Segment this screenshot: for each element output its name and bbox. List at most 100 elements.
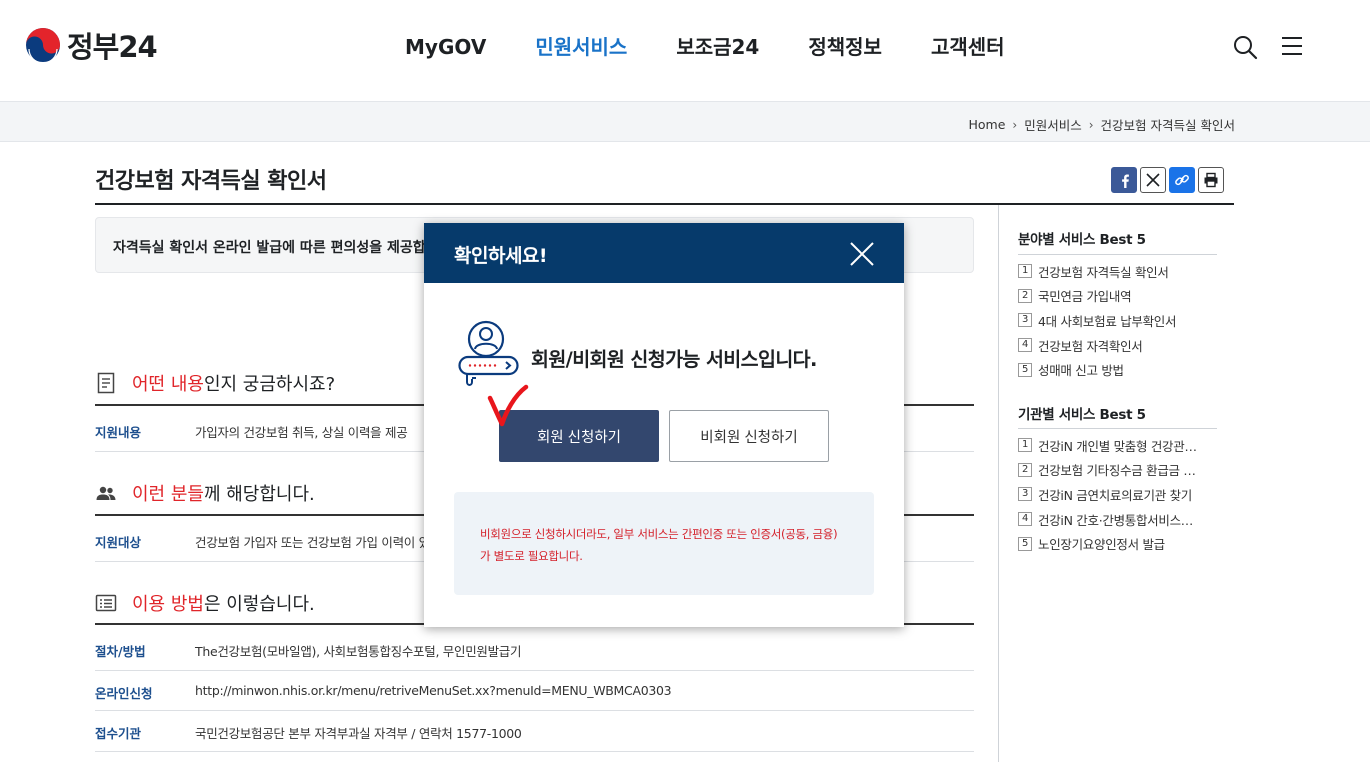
section-heading-text: 인지 궁금하시죠? bbox=[203, 374, 336, 395]
row-label: 지원내용 bbox=[95, 425, 142, 440]
list-item[interactable]: 1 건강iN 개인별 맞춤형 건강관… bbox=[1018, 433, 1197, 458]
rank-badge: 5 bbox=[1018, 362, 1032, 377]
section-heading-method: 이용 방법 은 이렇습니다. bbox=[95, 590, 315, 616]
table-row: 온라인신청 http://minwon.nhis.or.kr/menu/retr… bbox=[95, 671, 974, 711]
sidebar-rule bbox=[1018, 428, 1217, 429]
page-title: 건강보험 자격득실 확인서 bbox=[95, 169, 327, 194]
list-item[interactable]: 4 건강iN 간호·간병통합서비스… bbox=[1018, 507, 1197, 532]
section-heading-content: 어떤 내용 인지 궁금하시죠? bbox=[95, 370, 335, 396]
list-item[interactable]: 3 4대 사회보험료 납부확인서 bbox=[1018, 308, 1177, 333]
rank-badge: 2 bbox=[1018, 288, 1032, 303]
nav-subsidy24[interactable]: 보조금24 bbox=[676, 33, 759, 61]
rank-badge: 3 bbox=[1018, 487, 1032, 502]
section-heading-highlight: 이용 방법 bbox=[132, 594, 204, 615]
rank-badge: 3 bbox=[1018, 313, 1032, 328]
section-heading-highlight: 이런 분들 bbox=[132, 484, 204, 505]
chevron-right-icon: › bbox=[1088, 117, 1094, 132]
title-divider bbox=[95, 203, 1234, 205]
section-heading-text: 은 이렇습니다. bbox=[203, 594, 315, 615]
sidebar-agency-title: 기관별 서비스 Best 5 bbox=[1018, 407, 1146, 423]
x-share-button[interactable] bbox=[1140, 167, 1166, 193]
sidebar-rule bbox=[1018, 254, 1217, 255]
nav-mygov[interactable]: MyGOV bbox=[405, 33, 486, 61]
nav-customer-center[interactable]: 고객센터 bbox=[931, 33, 1005, 61]
copy-link-button[interactable] bbox=[1169, 167, 1195, 193]
chevron-right-icon: › bbox=[1012, 117, 1018, 132]
breadcrumb-home[interactable]: Home bbox=[968, 117, 1005, 132]
print-button[interactable] bbox=[1198, 167, 1224, 193]
list-item[interactable]: 5 노인장기요양인정서 발급 bbox=[1018, 531, 1197, 556]
list-item-label: 건강보험 기타징수금 환급금 … bbox=[1038, 463, 1196, 479]
sidebar-field-title: 분야별 서비스 Best 5 bbox=[1018, 232, 1146, 248]
nav-policy-info[interactable]: 정책정보 bbox=[808, 33, 882, 61]
share-toolbar bbox=[1111, 167, 1227, 193]
breadcrumb-current: 건강보험 자격득실 확인서 bbox=[1100, 118, 1235, 133]
rank-badge: 5 bbox=[1018, 536, 1032, 551]
row-value: 건강보험 가입자 또는 건강보험 가입 이력이 있는 bbox=[195, 535, 442, 550]
list-item-label: 성매매 신고 방법 bbox=[1038, 363, 1124, 379]
list-item-label: 건강iN 개인별 맞춤형 건강관… bbox=[1038, 438, 1197, 454]
modal-header: 확인하세요! bbox=[424, 223, 904, 283]
service-intro-text: 자격득실 확인서 온라인 발급에 따른 편의성을 제공합 bbox=[113, 240, 426, 256]
list-icon bbox=[95, 594, 117, 612]
modal-title: 확인하세요! bbox=[454, 245, 548, 267]
table-row: 접수기관 국민건강보험공단 본부 자격부과실 자격부 / 연락처 1577-10… bbox=[95, 711, 974, 752]
link-icon bbox=[1175, 174, 1189, 186]
member-login-illustration-icon bbox=[458, 320, 519, 386]
row-label: 온라인신청 bbox=[95, 686, 153, 701]
search-icon[interactable] bbox=[1232, 34, 1258, 60]
notice-line-2: 가 별도로 필요합니다. bbox=[480, 549, 583, 563]
facebook-icon bbox=[1122, 174, 1129, 188]
list-item-label: 건강iN 간호·간병통합서비스… bbox=[1038, 512, 1193, 528]
list-item[interactable]: 1 건강보험 자격득실 확인서 bbox=[1018, 259, 1176, 284]
list-item-label: 건강보험 자격득실 확인서 bbox=[1038, 264, 1169, 280]
nav-civil-service[interactable]: 민원서비스 bbox=[535, 33, 627, 61]
row-value: 가입자의 건강보험 취득, 상실 이력을 제공 bbox=[195, 425, 408, 440]
modal-notice-box: 비회원으로 신청하시더라도, 일부 서비스는 간편인증 또는 인증서(공동, 금… bbox=[454, 492, 874, 595]
list-item[interactable]: 5 성매매 신고 방법 bbox=[1018, 357, 1176, 382]
hamburger-menu-icon[interactable] bbox=[1281, 35, 1303, 57]
guest-apply-button[interactable]: 비회원 신청하기 bbox=[669, 410, 829, 462]
list-item[interactable]: 2 건강보험 기타징수금 환급금 … bbox=[1018, 458, 1197, 483]
breadcrumb-bar: Home › 민원서비스 › 건강보험 자격득실 확인서 bbox=[0, 101, 1370, 142]
list-item[interactable]: 3 건강iN 금연치료의료기관 찾기 bbox=[1018, 482, 1197, 507]
rank-badge: 4 bbox=[1018, 338, 1032, 353]
list-item-label: 국민연금 가입내역 bbox=[1038, 289, 1132, 305]
rank-badge: 2 bbox=[1018, 462, 1032, 477]
agency-best5-list: 1 건강iN 개인별 맞춤형 건강관… 2 건강보험 기타징수금 환급금 … 3 건강… bbox=[1018, 433, 1197, 556]
red-checkmark-annotation-icon bbox=[487, 384, 529, 427]
main-nav: MyGOV 민원서비스 보조금24 정책정보 고객센터 bbox=[405, 33, 1005, 61]
breadcrumb: Home › 민원서비스 › 건강보험 자격득실 확인서 bbox=[968, 115, 1235, 134]
row-value: The건강보험(모바일앱), 사회보험통합징수포털, 무인민원발급기 bbox=[195, 644, 522, 659]
modal-notice-text: 비회원으로 신청하시더라도, 일부 서비스는 간편인증 또는 인증서(공동, 금… bbox=[480, 523, 860, 567]
x-logo-icon bbox=[1146, 173, 1160, 187]
taegeuk-logo-icon bbox=[26, 28, 60, 63]
facebook-share-button[interactable] bbox=[1111, 167, 1137, 193]
section-heading-target: 이런 분들 께 해당합니다. bbox=[95, 480, 315, 506]
section-heading-highlight: 어떤 내용 bbox=[132, 374, 204, 395]
table-row: 절차/방법 The건강보험(모바일앱), 사회보험통합징수포털, 무인민원발급기 bbox=[95, 625, 974, 671]
list-item-label: 건강iN 금연치료의료기관 찾기 bbox=[1038, 487, 1192, 503]
online-application-link[interactable]: http://minwon.nhis.or.kr/menu/retriveMen… bbox=[195, 683, 672, 698]
site-header: 정부24 MyGOV 민원서비스 보조금24 정책정보 고객센터 bbox=[0, 0, 1370, 102]
rank-badge: 4 bbox=[1018, 512, 1032, 527]
field-best5-list: 1 건강보험 자격득실 확인서 2 국민연금 가입내역 3 4대 사회보험료 납부확인… bbox=[1018, 259, 1177, 382]
close-icon[interactable] bbox=[848, 240, 876, 268]
row-label: 접수기관 bbox=[95, 726, 142, 741]
notice-line-1: 비회원으로 신청하시더라도, 일부 서비스는 간편인증 또는 인증서(공동, 금… bbox=[480, 527, 838, 541]
breadcrumb-civil-service[interactable]: 민원서비스 bbox=[1024, 115, 1082, 134]
list-item[interactable]: 4 건강보험 자격확인서 bbox=[1018, 333, 1176, 358]
logo-text: 정부24 bbox=[67, 30, 158, 64]
rank-badge: 1 bbox=[1018, 438, 1032, 453]
rank-badge: 1 bbox=[1018, 264, 1032, 279]
section-heading-text: 께 해당합니다. bbox=[203, 484, 315, 505]
list-item[interactable]: 2 국민연금 가입내역 bbox=[1018, 284, 1176, 309]
list-item-label: 노인장기요양인정서 발급 bbox=[1038, 537, 1165, 553]
list-item-label: 건강보험 자격확인서 bbox=[1038, 338, 1143, 354]
row-label: 절차/방법 bbox=[95, 644, 146, 659]
modal-message: 회원/비회원 신청가능 서비스입니다. bbox=[531, 348, 817, 371]
gov24-logo[interactable]: 정부24 bbox=[25, 26, 158, 64]
list-item-label: 4대 사회보험료 납부확인서 bbox=[1038, 313, 1177, 329]
row-value: 국민건강보험공단 본부 자격부과실 자격부 / 연락처 1577-1000 bbox=[195, 726, 522, 741]
document-icon bbox=[97, 372, 115, 394]
